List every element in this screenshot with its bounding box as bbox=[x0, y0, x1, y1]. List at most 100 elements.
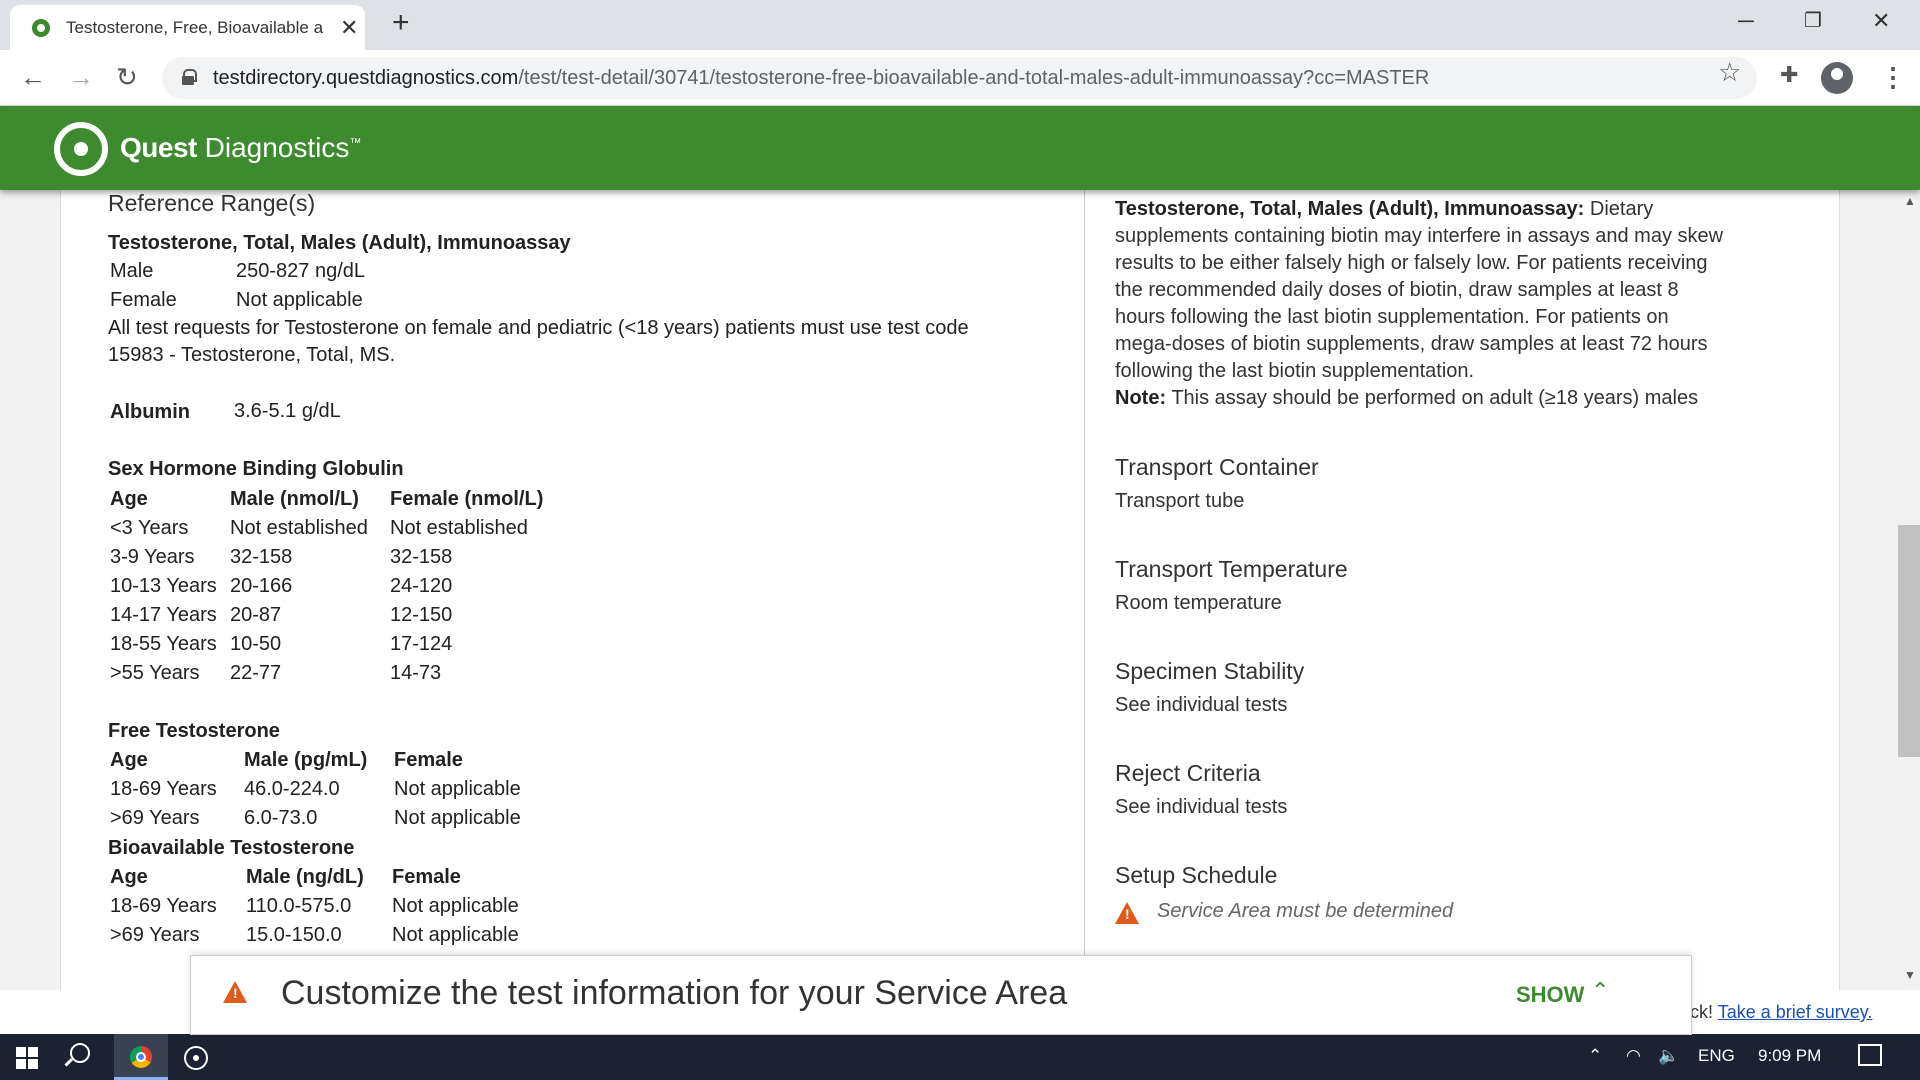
windows-start-icon[interactable] bbox=[16, 1047, 38, 1069]
bt-header-female: Female bbox=[392, 866, 461, 888]
shbg-cell: 12-150 bbox=[390, 604, 453, 626]
shbg-header-age: Age bbox=[110, 488, 148, 510]
extensions-puzzle-icon[interactable]: ✚ bbox=[1780, 62, 1798, 88]
shbg-cell: 17-124 bbox=[390, 633, 453, 655]
scroll-down-arrow-icon[interactable]: ▼ bbox=[1904, 968, 1916, 982]
url-text: testdirectory.questdiagnostics.com/test/… bbox=[213, 67, 1429, 90]
bt-cell: 18-69 Years bbox=[110, 895, 217, 917]
shbg-cell: 3-9 Years bbox=[110, 546, 195, 568]
shbg-cell: Not established bbox=[230, 517, 368, 539]
specimen-stability-title: Specimen Stability bbox=[1115, 658, 1305, 684]
shbg-cell: 14-17 Years bbox=[110, 604, 217, 626]
biotin-line: results to be either falsely high or fal… bbox=[1115, 252, 1708, 274]
new-tab-icon[interactable]: + bbox=[392, 6, 410, 40]
clock[interactable]: 9:09 PM bbox=[1758, 1046, 1821, 1066]
volume-icon[interactable]: 🔈 bbox=[1658, 1046, 1679, 1066]
tt-male-label: Male bbox=[110, 260, 154, 282]
tt-male-value: 250-827 ng/dL bbox=[236, 260, 366, 282]
biotin-line: mega-doses of biotin supplements, draw s… bbox=[1115, 333, 1708, 355]
bt-cell: >69 Years bbox=[110, 924, 200, 946]
shbg-cell: 20-166 bbox=[230, 575, 293, 597]
chevron-up-icon[interactable]: ⌃ bbox=[1591, 978, 1609, 1004]
notification-center-icon[interactable] bbox=[1858, 1044, 1882, 1066]
browser-tab[interactable]: Testosterone, Free, Bioavailable a ✕ bbox=[10, 5, 365, 50]
shbg-cell: 22-77 bbox=[230, 662, 282, 684]
restore-icon[interactable]: ❐ bbox=[1804, 8, 1822, 33]
ft-cell: 46.0-224.0 bbox=[244, 778, 340, 800]
tt-note-line1: All test requests for Testosterone on fe… bbox=[108, 317, 969, 339]
ft-cell: Not applicable bbox=[394, 778, 521, 800]
minimize-icon[interactable]: ─ bbox=[1738, 8, 1754, 34]
site-header: Quest Diagnostics™ bbox=[0, 106, 1920, 190]
reject-criteria-title: Reject Criteria bbox=[1115, 760, 1261, 786]
banner-warning-icon bbox=[223, 981, 247, 1003]
language-indicator[interactable]: ENG bbox=[1698, 1046, 1735, 1066]
reference-range-title: Reference Range(s) bbox=[108, 190, 316, 216]
windows-taskbar: ⌃ ◠ 🔈 ENG 9:09 PM bbox=[0, 1034, 1920, 1080]
tt-female-value: Not applicable bbox=[236, 289, 363, 311]
setup-schedule-value: Service Area must be determined bbox=[1157, 900, 1454, 922]
biotin-line: supplements containing biotin may interf… bbox=[1115, 225, 1724, 247]
ft-header-age: Age bbox=[110, 749, 148, 771]
ft-header-male: Male (pg/mL) bbox=[244, 749, 368, 771]
scroll-up-arrow-icon[interactable]: ▲ bbox=[1904, 194, 1916, 208]
chrome-icon bbox=[130, 1046, 152, 1068]
close-window-icon[interactable]: ✕ bbox=[1872, 8, 1890, 34]
transport-temperature-title: Transport Temperature bbox=[1115, 556, 1348, 582]
shbg-cell: Not established bbox=[390, 517, 528, 539]
tab-close-icon[interactable]: ✕ bbox=[340, 15, 358, 41]
shbg-cell: 10-13 Years bbox=[110, 575, 217, 597]
ft-cell: >69 Years bbox=[110, 807, 200, 829]
quest-logo-icon[interactable] bbox=[54, 122, 108, 176]
tab-title: Testosterone, Free, Bioavailable a bbox=[66, 18, 324, 37]
biotin-line: following the last biotin supplementatio… bbox=[1115, 360, 1475, 382]
taskbar-media-app-icon[interactable] bbox=[184, 1046, 208, 1070]
shbg-cell: 10-50 bbox=[230, 633, 282, 655]
albumin-value: 3.6-5.1 g/dL bbox=[234, 400, 341, 422]
quest-logo-text[interactable]: Quest Diagnostics™ bbox=[120, 132, 361, 164]
ft-header-female: Female bbox=[394, 749, 463, 771]
transport-temperature-value: Room temperature bbox=[1115, 592, 1282, 614]
bt-header-male: Male (ng/dL) bbox=[246, 866, 364, 888]
bt-cell: Not applicable bbox=[392, 924, 519, 946]
lock-icon bbox=[182, 69, 197, 85]
back-icon[interactable]: ← bbox=[20, 62, 46, 93]
tt-note-line2: 15983 - Testosterone, Total, MS. bbox=[108, 344, 396, 366]
brand-light: Diagnostics bbox=[204, 132, 350, 163]
scrollbar-thumb[interactable] bbox=[1898, 525, 1920, 757]
survey-prefix: ck! bbox=[1690, 1002, 1714, 1022]
service-area-banner: Customize the test information for your … bbox=[190, 955, 1692, 1035]
biotin-interference-note: Testosterone, Total, Males (Adult), Immu… bbox=[1115, 196, 1805, 412]
shbg-cell: 18-55 Years bbox=[110, 633, 217, 655]
survey-link[interactable]: Take a brief survey. bbox=[1718, 1002, 1873, 1022]
bt-header-age: Age bbox=[110, 866, 148, 888]
ft-heading: Free Testosterone bbox=[108, 720, 280, 742]
biotin-bold: Testosterone, Total, Males (Adult), Immu… bbox=[1115, 198, 1585, 220]
banner-text: Customize the test information for your … bbox=[281, 974, 1068, 1012]
ft-cell: Not applicable bbox=[394, 807, 521, 829]
shbg-cell: <3 Years bbox=[110, 517, 189, 539]
shbg-cell: 32-158 bbox=[230, 546, 293, 568]
address-bar[interactable]: testdirectory.questdiagnostics.com/test/… bbox=[162, 57, 1757, 99]
biotin-line: Dietary bbox=[1589, 198, 1654, 220]
taskbar-chrome-app[interactable] bbox=[114, 1034, 168, 1080]
tray-chevron-up-icon[interactable]: ⌃ bbox=[1588, 1046, 1602, 1066]
profile-avatar-icon[interactable] bbox=[1821, 62, 1853, 94]
ft-cell: 6.0-73.0 bbox=[244, 807, 318, 829]
survey-prompt: ck! Take a brief survey. bbox=[1690, 1002, 1872, 1023]
browser-menu-icon[interactable]: ⋮ bbox=[1880, 62, 1906, 93]
taskbar-search-icon[interactable] bbox=[70, 1043, 90, 1063]
forward-icon[interactable]: → bbox=[68, 62, 94, 93]
show-button[interactable]: SHOW bbox=[1516, 982, 1584, 1008]
specimen-stability-value: See individual tests bbox=[1115, 694, 1288, 716]
note-bold: Note: bbox=[1115, 387, 1167, 409]
wifi-icon[interactable]: ◠ bbox=[1626, 1046, 1641, 1066]
ft-cell: 18-69 Years bbox=[110, 778, 217, 800]
bt-cell: Not applicable bbox=[392, 895, 519, 917]
reload-icon[interactable]: ↻ bbox=[116, 62, 138, 93]
shbg-cell: 20-87 bbox=[230, 604, 282, 626]
url-path: /test/test-detail/30741/testosterone-fre… bbox=[518, 67, 1430, 89]
bookmark-star-icon[interactable]: ☆ bbox=[1718, 57, 1741, 88]
bt-heading: Bioavailable Testosterone bbox=[108, 837, 355, 859]
tt-female-label: Female bbox=[110, 289, 177, 311]
